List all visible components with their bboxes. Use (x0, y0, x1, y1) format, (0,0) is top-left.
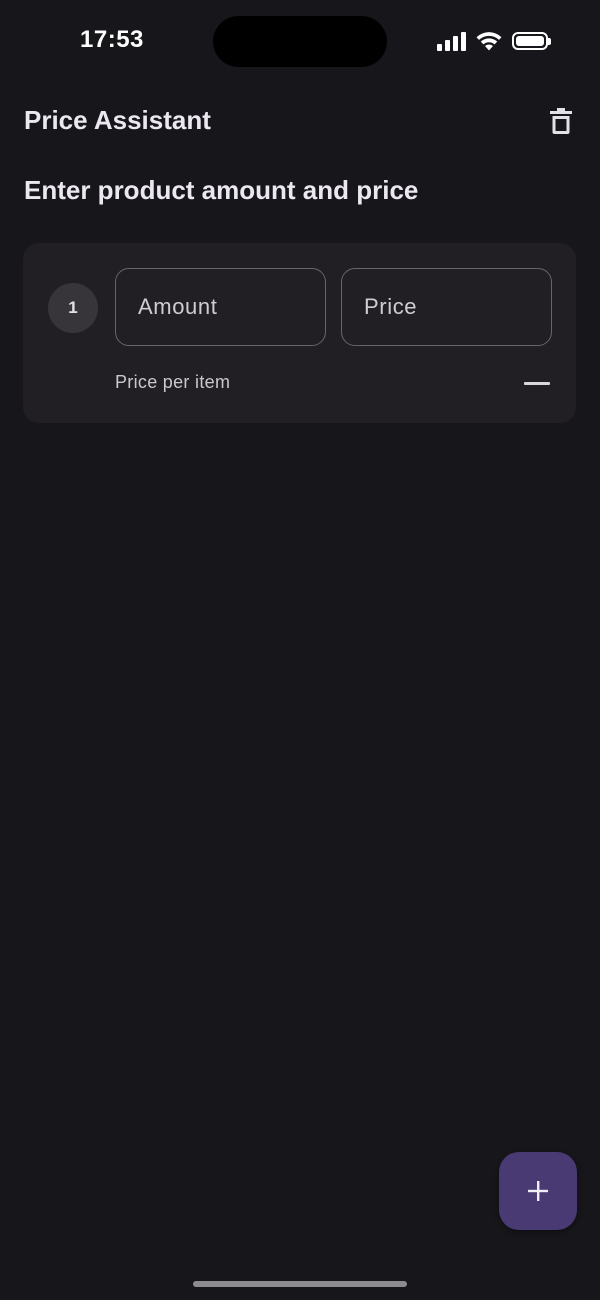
app-title: Price Assistant (24, 105, 211, 135)
remove-item-button[interactable] (522, 371, 552, 395)
amount-input[interactable] (115, 268, 326, 346)
clear-all-button[interactable] (544, 104, 578, 138)
app-screen: 17:53 Price Assistant Enter product amou… (0, 0, 600, 1300)
status-time: 17:53 (80, 26, 144, 53)
dynamic-island (213, 16, 387, 67)
section-heading: Enter product amount and price (24, 175, 419, 205)
price-input[interactable] (341, 268, 552, 346)
battery-icon (512, 32, 551, 50)
price-per-item-label: Price per item (115, 372, 231, 392)
product-item-card: 1 Price per item (23, 243, 576, 423)
add-item-button[interactable] (499, 1152, 577, 1230)
trash-icon (550, 108, 572, 134)
plus-icon (528, 1181, 548, 1201)
home-indicator (193, 1281, 407, 1287)
status-icons (437, 29, 551, 53)
item-index-badge: 1 (48, 283, 98, 333)
minus-icon (524, 381, 550, 385)
signal-icon (437, 31, 466, 51)
wifi-icon (476, 32, 502, 51)
